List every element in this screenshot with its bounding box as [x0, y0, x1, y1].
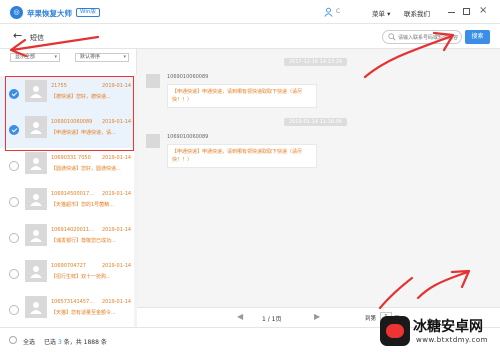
- message-panel: 2017-12-16 14:13:24 1069010060089 【申通快递】…: [137, 49, 500, 307]
- message-bubble: 【申通快递】申通快递，请到哪有领快递取取下快递（请尽快！！）: [167, 144, 317, 168]
- item-checkbox[interactable]: [9, 89, 19, 99]
- page-indicator: 1 / 1页: [262, 316, 282, 323]
- avatar: [25, 80, 47, 102]
- item-preview: 【圆通快递】您好，圆通快递...: [51, 166, 121, 172]
- avatar: [146, 74, 160, 88]
- list-item[interactable]: 1069010060089 2019-01-14 【申通快递】申通快递，请...: [0, 112, 137, 148]
- user-name[interactable]: C: [336, 8, 340, 15]
- app-window: ◎ 苹果恢复大师 Win版 C 菜单 ▾ 联系我们 × ← 短信 搜索 显示全部…: [0, 0, 500, 352]
- item-phone: 10690331 7050: [51, 155, 91, 161]
- watermark-url: www.btxtdmy.com: [416, 336, 488, 344]
- watermark: 冰糖安卓网 www.btxtdmy.com: [380, 312, 498, 350]
- list-item[interactable]: 10690331 7050 2019-01-14 【圆通快递】您好，圆通快递..…: [0, 148, 137, 184]
- conversation-panel: 显示全部 ▾ 默认排序 ▾ 21755 2019-01-14 【德快递】您好，德…: [0, 49, 137, 327]
- item-preview: 【招行生鲜】双十一抢购...: [51, 274, 111, 280]
- title-bar: ◎ 苹果恢复大师 Win版 C 菜单 ▾ 联系我们 ×: [0, 0, 500, 24]
- item-date: 2019-01-14: [102, 83, 132, 89]
- back-arrow-icon[interactable]: ←: [13, 29, 22, 42]
- selected-suffix: 条: [100, 339, 107, 346]
- select-all-label[interactable]: 全选: [23, 337, 35, 346]
- item-preview: 【申通快递】申通快递，请...: [51, 130, 116, 136]
- item-date: 2019-01-14: [102, 299, 132, 305]
- chevron-down-icon: ▾: [54, 54, 57, 60]
- avatar: [25, 260, 47, 282]
- close-icon[interactable]: ×: [479, 5, 487, 16]
- selection-summary: 已选 3 条，共 1888 条: [44, 337, 107, 346]
- selected-count: 3: [57, 339, 62, 346]
- avatar: [146, 134, 160, 148]
- selected-mid: 条，共: [63, 339, 82, 346]
- item-checkbox[interactable]: [9, 197, 19, 207]
- item-preview: 【天猫】您有适量至金额令...: [51, 310, 116, 316]
- avatar: [25, 188, 47, 210]
- item-phone: 106914020011...: [51, 227, 94, 233]
- watermark-title: 冰糖安卓网: [413, 319, 483, 335]
- search-box[interactable]: [382, 30, 462, 44]
- sort-dropdown[interactable]: 默认排序 ▾: [75, 53, 129, 62]
- conversation-list: 21755 2019-01-14 【德快递】您好，德快递... 10690100…: [0, 74, 137, 327]
- maximize-icon[interactable]: [463, 8, 470, 15]
- item-preview: 【德快递】您好，德快递...: [51, 94, 111, 100]
- list-item[interactable]: 106573141457... 2019-01-14 【天猫】您有适量至金额令.…: [0, 292, 137, 327]
- message-sender: 1069010060089: [167, 134, 209, 140]
- avatar: [25, 116, 47, 138]
- item-phone: 106573141457...: [51, 299, 94, 305]
- select-all-radio[interactable]: [9, 336, 17, 344]
- show-all-label: 显示全部: [15, 54, 36, 60]
- item-date: 2019-01-14: [102, 191, 132, 197]
- search-input[interactable]: [398, 33, 460, 42]
- item-checkbox[interactable]: [9, 269, 19, 279]
- user-icon[interactable]: [324, 7, 333, 17]
- list-item[interactable]: 10690704727 2019-01-14 【招行生鲜】双十一抢购...: [0, 256, 137, 292]
- item-date: 2019-01-14: [102, 227, 132, 233]
- avatar: [25, 296, 47, 318]
- version-badge: Win版: [76, 8, 100, 17]
- list-item[interactable]: 106914020011... 2019-01-14 【浦发银行】尊敬您已成功.…: [0, 220, 137, 256]
- selected-prefix: 已选: [44, 339, 57, 346]
- next-page-icon[interactable]: ▶: [314, 312, 320, 321]
- item-date: 2019-01-14: [102, 119, 132, 125]
- sort-label: 默认排序: [80, 54, 101, 60]
- prev-page-icon[interactable]: ◀: [237, 312, 243, 321]
- item-phone: 10690704727: [51, 263, 86, 269]
- watermark-logo-icon: [380, 316, 410, 346]
- item-phone: 1069010060089: [51, 119, 93, 125]
- message-bubble: 【申通快递】申通快递，请到哪有领快递取取下快递（请尽快！！）: [167, 84, 317, 108]
- show-all-dropdown[interactable]: 显示全部 ▾: [10, 53, 60, 62]
- search-icon: [388, 33, 396, 41]
- item-preview: 【天猫超市】您的1号菌精...: [51, 202, 114, 208]
- total-count: 1888: [83, 339, 99, 346]
- item-checkbox[interactable]: [9, 125, 19, 135]
- date-divider: 2019-01-14 11:16:06: [284, 118, 348, 126]
- message-sender: 1069010060089: [167, 74, 209, 80]
- search-button[interactable]: 搜索: [465, 30, 490, 44]
- avatar: [25, 152, 47, 174]
- item-date: 2019-01-14: [102, 155, 132, 161]
- page-title: 短信: [30, 34, 44, 42]
- app-name: 苹果恢复大师: [27, 9, 72, 18]
- minimize-icon[interactable]: [448, 12, 455, 13]
- avatar: [25, 224, 47, 246]
- item-checkbox[interactable]: [9, 305, 19, 315]
- chevron-down-icon: ▾: [123, 54, 126, 60]
- contact-button[interactable]: 联系我们: [404, 8, 430, 18]
- item-checkbox[interactable]: [9, 233, 19, 243]
- app-logo-icon: ◎: [10, 6, 23, 19]
- list-item[interactable]: 106914500017... 2019-01-14 【天猫超市】您的1号菌精.…: [0, 184, 137, 220]
- item-phone: 21755: [51, 83, 67, 89]
- item-phone: 106914500017...: [51, 191, 94, 197]
- nav-bar: ← 短信 搜索: [0, 24, 500, 49]
- goto-label: 到第: [365, 316, 377, 322]
- item-checkbox[interactable]: [9, 161, 19, 171]
- date-divider: 2017-12-16 14:13:24: [284, 58, 348, 66]
- list-item[interactable]: 21755 2019-01-14 【德快递】您好，德快递...: [0, 76, 137, 112]
- item-date: 2019-01-14: [102, 263, 132, 269]
- menu-button[interactable]: 菜单 ▾: [372, 8, 390, 18]
- item-preview: 【浦发银行】尊敬您已成功...: [51, 238, 116, 244]
